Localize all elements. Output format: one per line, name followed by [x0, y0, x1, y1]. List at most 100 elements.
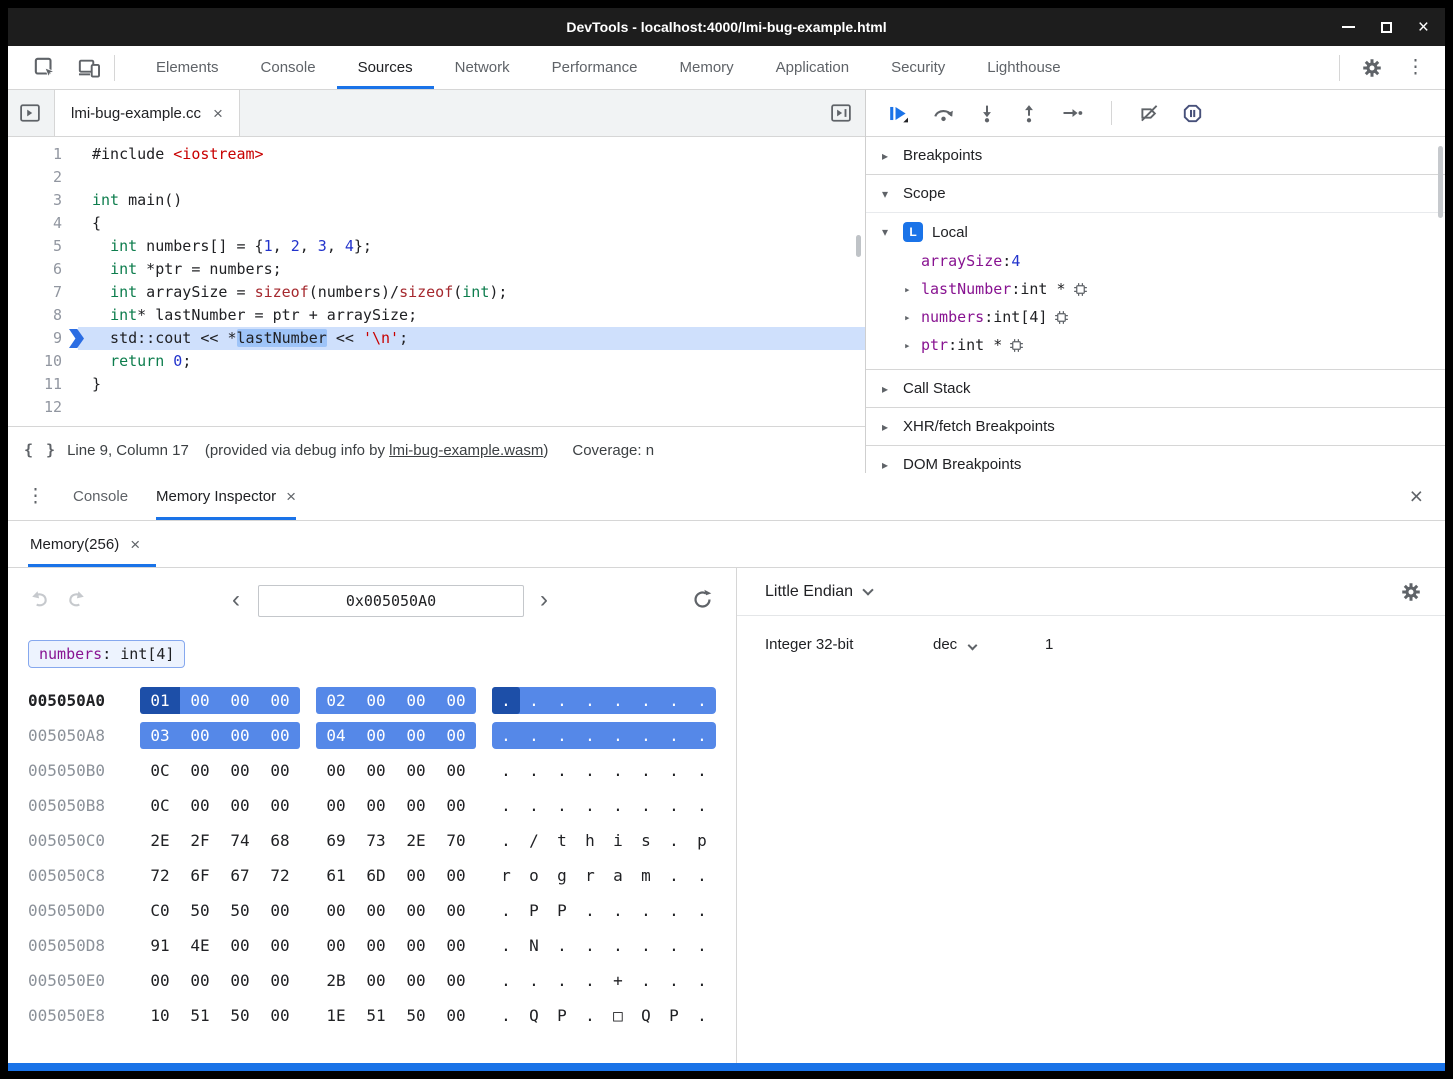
- scope-variable[interactable]: ▸lastNumber: int *: [866, 275, 1445, 303]
- close-memory-tab-icon[interactable]: ×: [130, 536, 140, 553]
- memory-byte[interactable]: 72: [140, 862, 180, 889]
- ascii-char[interactable]: o: [520, 862, 548, 889]
- tab-elements[interactable]: Elements: [135, 46, 240, 89]
- ascii-char[interactable]: P: [660, 1002, 688, 1029]
- tab-security[interactable]: Security: [870, 46, 966, 89]
- line-number[interactable]: 7: [8, 281, 78, 304]
- minimize-icon[interactable]: [1342, 26, 1355, 28]
- memory-byte[interactable]: 67: [220, 862, 260, 889]
- line-number[interactable]: 10: [8, 350, 78, 373]
- ascii-char[interactable]: .: [492, 1002, 520, 1029]
- close-drawer-icon[interactable]: ×: [1410, 485, 1423, 508]
- memory-byte[interactable]: 00: [396, 967, 436, 994]
- ascii-char[interactable]: .: [660, 792, 688, 819]
- ascii-char[interactable]: .: [660, 967, 688, 994]
- ascii-char[interactable]: .: [688, 932, 716, 959]
- ascii-char[interactable]: h: [576, 827, 604, 854]
- line-number[interactable]: 5: [8, 235, 78, 258]
- line-number[interactable]: 2: [8, 166, 78, 189]
- tab-lighthouse[interactable]: Lighthouse: [966, 46, 1081, 89]
- ascii-char[interactable]: P: [520, 897, 548, 924]
- ascii-char[interactable]: r: [492, 862, 520, 889]
- ascii-char[interactable]: r: [576, 862, 604, 889]
- line-number[interactable]: 8: [8, 304, 78, 327]
- ascii-char[interactable]: .: [660, 897, 688, 924]
- memory-byte[interactable]: 73: [356, 827, 396, 854]
- line-number[interactable]: 11: [8, 373, 78, 396]
- tab-network[interactable]: Network: [434, 46, 531, 89]
- memory-byte[interactable]: 04: [316, 722, 356, 749]
- disclosure-triangle-icon[interactable]: ▸: [904, 283, 921, 296]
- memory-byte[interactable]: 61: [316, 862, 356, 889]
- ascii-char[interactable]: .: [492, 897, 520, 924]
- memory-byte[interactable]: 50: [220, 897, 260, 924]
- ascii-char[interactable]: .: [688, 1002, 716, 1029]
- tab-application[interactable]: Application: [755, 46, 870, 89]
- history-back-icon[interactable]: [30, 590, 50, 608]
- ascii-char[interactable]: i: [604, 827, 632, 854]
- memory-byte[interactable]: 4E: [180, 932, 220, 959]
- toggle-debugger-sidebar-icon[interactable]: [831, 104, 851, 122]
- memory-byte[interactable]: 00: [436, 967, 476, 994]
- memory-byte[interactable]: 00: [260, 687, 300, 714]
- tab-console[interactable]: Console: [240, 46, 337, 89]
- ascii-char[interactable]: .: [520, 792, 548, 819]
- memory-byte[interactable]: 00: [260, 757, 300, 784]
- ascii-char[interactable]: .: [520, 722, 548, 749]
- ascii-char[interactable]: .: [548, 792, 576, 819]
- ascii-char[interactable]: .: [632, 687, 660, 714]
- tab-memory-inspector[interactable]: Memory Inspector ×: [156, 473, 296, 520]
- ascii-char[interactable]: .: [660, 862, 688, 889]
- memory-byte[interactable]: 00: [436, 1002, 476, 1029]
- ascii-char[interactable]: .: [576, 792, 604, 819]
- ascii-char[interactable]: .: [492, 757, 520, 784]
- next-page-icon[interactable]: ›: [540, 584, 548, 616]
- ascii-char[interactable]: .: [632, 722, 660, 749]
- step-out-icon[interactable]: [1020, 104, 1038, 123]
- dom-breakpoints-section[interactable]: ▸ DOM Breakpoints: [866, 445, 1445, 473]
- ascii-char[interactable]: .: [492, 967, 520, 994]
- endianness-dropdown[interactable]: Little Endian: [765, 583, 853, 601]
- memory-byte[interactable]: C0: [140, 897, 180, 924]
- settings-gear-icon[interactable]: [1362, 58, 1382, 78]
- ascii-char[interactable]: .: [548, 757, 576, 784]
- memory-byte[interactable]: 00: [396, 687, 436, 714]
- maximize-icon[interactable]: [1381, 22, 1392, 33]
- ascii-char[interactable]: .: [632, 792, 660, 819]
- memory-byte[interactable]: 50: [220, 1002, 260, 1029]
- memory-byte[interactable]: 68: [260, 827, 300, 854]
- ascii-char[interactable]: .: [492, 687, 520, 714]
- ascii-char[interactable]: .: [576, 1002, 604, 1029]
- drawer-menu-icon[interactable]: ⋮: [26, 485, 45, 508]
- close-memory-inspector-icon[interactable]: ×: [286, 488, 296, 505]
- ascii-char[interactable]: .: [576, 687, 604, 714]
- memory-chip-icon[interactable]: [1054, 310, 1069, 325]
- ascii-char[interactable]: .: [576, 897, 604, 924]
- step-over-icon[interactable]: [933, 105, 954, 122]
- ascii-char[interactable]: .: [604, 897, 632, 924]
- ascii-char[interactable]: .: [576, 757, 604, 784]
- memory-byte[interactable]: 00: [436, 862, 476, 889]
- memory-byte[interactable]: 00: [220, 757, 260, 784]
- memory-byte[interactable]: 00: [316, 897, 356, 924]
- memory-byte[interactable]: 00: [356, 792, 396, 819]
- close-file-tab-icon[interactable]: ×: [213, 105, 223, 122]
- disclosure-triangle-icon[interactable]: ▸: [882, 458, 894, 472]
- memory-byte[interactable]: 00: [220, 687, 260, 714]
- memory-byte[interactable]: 6F: [180, 862, 220, 889]
- editor-scrollbar[interactable]: [856, 235, 861, 257]
- ascii-char[interactable]: .: [632, 757, 660, 784]
- ascii-char[interactable]: .: [688, 897, 716, 924]
- close-window-icon[interactable]: ×: [1418, 18, 1429, 37]
- memory-byte[interactable]: 00: [316, 757, 356, 784]
- memory-byte[interactable]: 50: [396, 1002, 436, 1029]
- ascii-char[interactable]: /: [520, 827, 548, 854]
- line-number[interactable]: 6: [8, 258, 78, 281]
- ascii-char[interactable]: .: [548, 687, 576, 714]
- ascii-char[interactable]: P: [548, 897, 576, 924]
- scope-variable[interactable]: ▸ptr: int *: [866, 331, 1445, 359]
- ascii-char[interactable]: .: [632, 967, 660, 994]
- ascii-char[interactable]: s: [632, 827, 660, 854]
- memory-byte[interactable]: 00: [396, 897, 436, 924]
- ascii-char[interactable]: a: [604, 862, 632, 889]
